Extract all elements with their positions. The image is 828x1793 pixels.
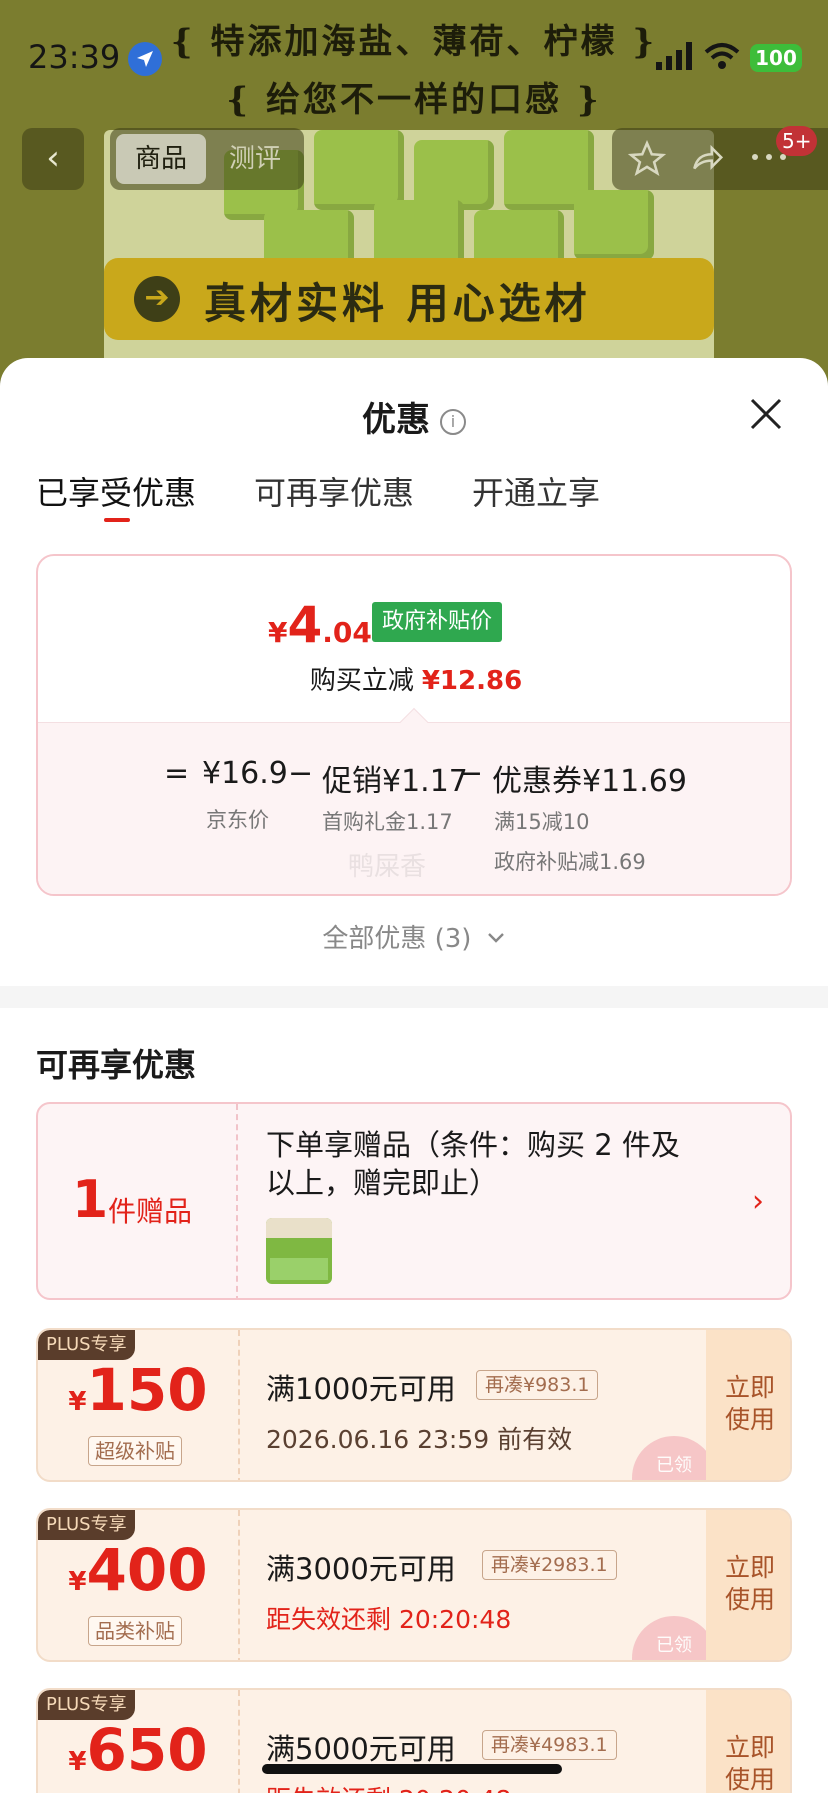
gift-description: 下单享赠品（条件：购买 2 件及以上，赠完即止） (266, 1128, 680, 1200)
coupon-label-1: 满15减10 (494, 810, 590, 834)
tab-enjoyed[interactable]: 已享受优惠 (36, 468, 196, 514)
banner-text: 真材实料 用心选材 (204, 279, 591, 328)
sheet-title: 优惠 i (0, 392, 828, 441)
coupon-card[interactable]: PLUS专享 ¥650 品类补贴 满5000元可用 再凑¥4983.1 距失效还… (36, 1688, 792, 1793)
all-discounts-toggle[interactable]: 全部优惠 (3) (0, 918, 828, 955)
cellular-signal-icon (656, 42, 692, 70)
use-now-button[interactable]: 立即使用 (706, 1690, 790, 1793)
tab-review[interactable]: 测评 (210, 134, 300, 184)
gift-count-area: 1 件赠品 (38, 1104, 238, 1298)
watermark-text: 鸭屎香 (348, 852, 427, 882)
promo-banner: ➔ 真材实料 用心选材 (104, 258, 714, 340)
base-price: ¥16.9 (202, 756, 288, 791)
coupon-countdown: 距失效还剩 20:20:48 (266, 1780, 511, 1793)
coupon-validity: 2026.06.16 23:59 前有效 (266, 1425, 573, 1454)
tab-more-available[interactable]: 可再享优惠 (254, 468, 414, 514)
use-now-button[interactable]: 立即使用 (706, 1510, 790, 1660)
claimed-stamp: 已领 (632, 1616, 716, 1660)
gift-card[interactable]: 1 件赠品 下单享赠品（条件：购买 2 件及以上，赠完即止） › (36, 1102, 792, 1300)
coupon-amount-number: 650 (86, 1716, 208, 1784)
coupon-currency: ¥ (68, 1567, 87, 1597)
overlay-caption-line2: { 给您不一样的口感 } (226, 80, 602, 120)
coupon-condition: 满1000元可用 (266, 1372, 456, 1406)
product-review-switch: 商品 测评 (110, 128, 304, 190)
instant-reduction: 购买立减 ¥12.86 (38, 660, 790, 697)
price-integer: 4 (287, 596, 323, 654)
tab-product[interactable]: 商品 (116, 134, 206, 184)
chevron-right-icon: › (752, 1184, 764, 1219)
discount-sheet: 优惠 i 已享受优惠 可再享优惠 开通立享 ¥4.04 政府补贴价 购买立减 ¥12… (0, 358, 828, 1793)
close-icon[interactable] (748, 396, 784, 432)
minus-sign-1: − (288, 756, 314, 791)
section-divider (0, 986, 828, 1008)
coupon-currency: ¥ (68, 1747, 87, 1777)
sheet-title-text: 优惠 (362, 400, 430, 440)
gift-thumbnail (266, 1218, 332, 1284)
coupon-remaining: 再凑¥983.1 (476, 1370, 599, 1400)
status-time: 23:39 (28, 38, 121, 76)
coupon-card[interactable]: PLUS专享 ¥400 品类补贴 满3000元可用 再凑¥2983.1 距失效还… (36, 1508, 792, 1662)
coupon-label-2: 政府补贴减1.69 (494, 850, 646, 874)
gift-unit: 件赠品 (108, 1195, 193, 1228)
coupon-condition: 满3000元可用 (266, 1552, 456, 1586)
back-button[interactable]: ‹ (22, 128, 84, 190)
use-now-button[interactable]: 立即使用 (706, 1330, 790, 1480)
coupon-remaining: 再凑¥2983.1 (482, 1550, 617, 1580)
coupon-value: ¥400 (38, 1536, 238, 1604)
star-icon[interactable] (628, 140, 666, 178)
reduction-amount: ¥12.86 (421, 666, 523, 696)
reduction-label: 购买立减 (309, 666, 414, 696)
price-decimal: .04 (322, 616, 372, 649)
coupon-value: ¥150 (38, 1356, 238, 1424)
wifi-icon (704, 43, 740, 69)
tab-activate[interactable]: 开通立享 (472, 468, 600, 514)
info-icon[interactable]: i (440, 409, 466, 435)
coupon-remaining: 再凑¥4983.1 (482, 1730, 617, 1760)
coupon-type: 超级补贴 (88, 1436, 182, 1466)
eq-sign: = (164, 756, 190, 791)
use-now-label: 立即使用 (724, 1553, 775, 1614)
chevron-left-icon: ‹ (46, 138, 60, 178)
coupon-divider (238, 1510, 240, 1660)
home-indicator[interactable] (262, 1764, 562, 1774)
coupon-card[interactable]: PLUS专享 ¥150 超级补贴 满1000元可用 再凑¥983.1 2026.… (36, 1328, 792, 1482)
price-currency: ¥ (268, 616, 288, 649)
coupon-currency: ¥ (68, 1387, 87, 1417)
final-price: ¥4.04 (268, 596, 372, 654)
arrow-right-icon: ➔ (134, 276, 180, 322)
base-price-label: 京东价 (206, 808, 269, 832)
minus-sign-2: − (458, 756, 484, 791)
coupon-amount-number: 400 (86, 1536, 208, 1604)
gov-subsidy-tag: 政府补贴价 (372, 602, 503, 642)
coupon-type: 品类补贴 (88, 1616, 182, 1646)
coupon-countdown: 距失效还剩 20:20:48 (266, 1605, 512, 1634)
share-icon[interactable] (688, 140, 726, 178)
active-tab-underline (104, 518, 130, 522)
coupon-divider (238, 1330, 240, 1480)
use-now-label: 立即使用 (724, 1373, 775, 1434)
coupon-amount-number: 150 (86, 1356, 208, 1424)
price-breakdown-card: ¥4.04 政府补贴价 购买立减 ¥12.86 = ¥16.9 − 促销¥1.17… (36, 554, 792, 896)
coupon-amount: 优惠券¥11.69 (492, 764, 687, 799)
battery-indicator: 100 (750, 44, 802, 72)
section-title: 可再享优惠 (36, 1046, 197, 1084)
use-now-label: 立即使用 (724, 1733, 775, 1793)
claimed-stamp: 已领 (632, 1436, 716, 1480)
coupon-divider (238, 1690, 240, 1793)
discount-tabs: 已享受优惠 可再享优惠 开通立享 (0, 468, 828, 528)
promo-amount: 促销¥1.17 (322, 764, 468, 799)
location-arrow-icon (128, 42, 162, 76)
message-badge: 5+ (776, 126, 818, 156)
coupon-value: ¥650 (38, 1716, 238, 1784)
promo-label: 首购礼金1.17 (322, 810, 453, 834)
coupon-condition: 满5000元可用 (266, 1732, 456, 1766)
chevron-down-icon (487, 933, 504, 943)
all-discounts-label: 全部优惠 (3) (322, 924, 472, 954)
gift-count: 1 (72, 1170, 109, 1230)
